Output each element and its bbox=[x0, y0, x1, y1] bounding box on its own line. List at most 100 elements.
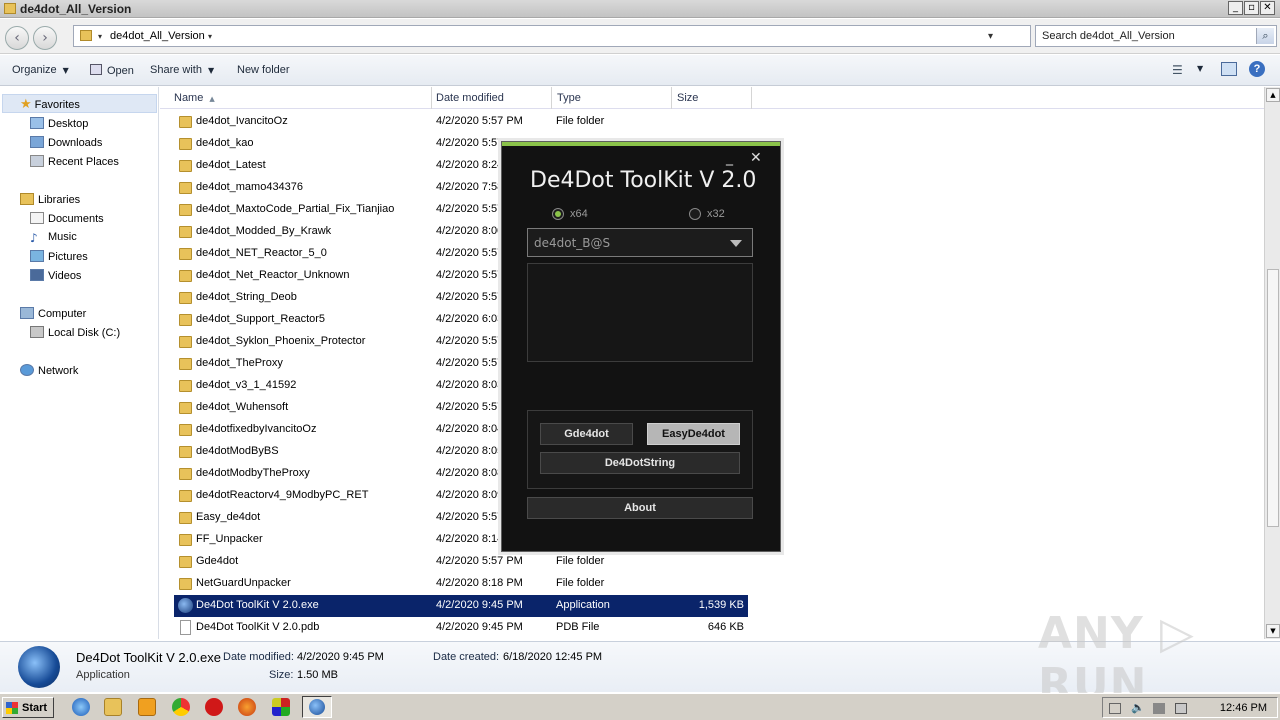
nav-recent-places[interactable]: Recent Places bbox=[30, 155, 119, 168]
file-date-modified: 4/2/2020 5:57 bbox=[436, 511, 504, 523]
open-button[interactable]: Open bbox=[90, 64, 134, 77]
accent-bar bbox=[502, 142, 780, 146]
media-player-icon[interactable] bbox=[138, 698, 156, 716]
search-icon[interactable]: ⌕ bbox=[1256, 28, 1274, 44]
search-input[interactable]: Search de4dot_All_Version ⌕ bbox=[1035, 25, 1277, 47]
radio-x64[interactable] bbox=[552, 208, 564, 220]
view-options-dropdown[interactable]: ▼ bbox=[1197, 64, 1203, 73]
view-options-icon[interactable]: ☰ bbox=[1172, 63, 1183, 77]
breadcrumb-arrow-icon[interactable]: ▾ bbox=[98, 32, 102, 41]
column-header-size[interactable]: Size bbox=[672, 87, 752, 109]
chevron-down-icon: ▼ bbox=[207, 66, 215, 75]
about-button[interactable]: About bbox=[527, 497, 753, 519]
radio-x64-label[interactable]: x64 bbox=[570, 208, 588, 220]
radio-x32-label[interactable]: x32 bbox=[707, 208, 725, 220]
opera-icon[interactable] bbox=[205, 698, 223, 716]
minimize-window-button[interactable]: _ bbox=[1228, 1, 1243, 15]
volume-icon[interactable]: 🔈 bbox=[1131, 701, 1145, 714]
address-history-dropdown[interactable]: ▾ bbox=[988, 31, 993, 42]
details-size: 1.50 MB bbox=[297, 669, 338, 681]
toolkit-close-button[interactable]: ✕ bbox=[750, 150, 762, 166]
new-folder-button[interactable]: New folder bbox=[237, 64, 290, 76]
file-date-modified: 4/2/2020 9:45 PM bbox=[436, 621, 523, 633]
file-row[interactable]: NetGuardUnpacker 4/2/2020 8:18 PM File fol… bbox=[174, 573, 748, 595]
share-with-button[interactable]: Share with ▼ bbox=[150, 64, 214, 76]
libraries-icon bbox=[20, 193, 34, 205]
nav-videos[interactable]: Videos bbox=[30, 269, 81, 282]
de4dot-version-combobox[interactable]: de4dot_B@S bbox=[527, 228, 753, 257]
folder-icon bbox=[179, 204, 192, 216]
navigation-pane: ★ Favorites Desktop Downloads Recent Plac… bbox=[0, 87, 159, 639]
file-size: 646 KB bbox=[707, 621, 744, 633]
file-name: de4dot_Support_Reactor5 bbox=[196, 313, 326, 325]
file-row[interactable]: Gde4dot 4/2/2020 5:57 PM File folder bbox=[174, 551, 748, 573]
explorer-folder-icon[interactable] bbox=[104, 698, 122, 716]
file-row[interactable]: De4Dot ToolKit V 2.0.pdb 4/2/2020 9:45 PM… bbox=[174, 617, 748, 639]
file-type: File folder bbox=[556, 577, 605, 589]
breadcrumb[interactable]: de4dot_All_Version bbox=[110, 30, 205, 42]
toolkit-minimize-button[interactable]: _ bbox=[726, 150, 733, 166]
flag-icon[interactable] bbox=[1175, 703, 1187, 714]
internet-explorer-icon[interactable] bbox=[72, 698, 90, 716]
start-label: Start bbox=[22, 702, 48, 714]
clock[interactable]: 12:46 PM bbox=[1220, 702, 1267, 714]
file-date-modified: 4/2/2020 8:03 bbox=[436, 379, 504, 391]
nav-local-disk[interactable]: Local Disk (C:) bbox=[30, 326, 120, 339]
details-date-created-label: Date created: bbox=[433, 651, 500, 663]
column-header-date-modified[interactable]: Date modified bbox=[432, 87, 552, 109]
vertical-scrollbar[interactable]: ▲ ▼ bbox=[1264, 87, 1280, 639]
network-icon bbox=[20, 364, 34, 376]
column-header-type[interactable]: Type bbox=[552, 87, 672, 109]
computer-icon bbox=[20, 307, 34, 319]
radio-x32[interactable] bbox=[689, 208, 701, 220]
taskbar-item-toolkit[interactable] bbox=[302, 696, 332, 718]
de4dotstring-button[interactable]: De4DotString bbox=[540, 452, 740, 474]
window-title: de4dot_All_Version bbox=[20, 2, 132, 16]
forward-button[interactable]: › bbox=[33, 26, 57, 50]
file-name: de4dot_mamo434376 bbox=[196, 181, 304, 193]
folder-icon bbox=[179, 490, 192, 502]
nav-downloads[interactable]: Downloads bbox=[30, 136, 102, 149]
nav-music[interactable]: ♪ Music bbox=[30, 231, 77, 245]
nav-pictures[interactable]: Pictures bbox=[30, 250, 88, 263]
nav-desktop-label: Desktop bbox=[48, 118, 89, 130]
output-listbox[interactable] bbox=[527, 263, 753, 362]
nav-computer[interactable]: Computer bbox=[20, 307, 86, 320]
file-row[interactable]: De4Dot ToolKit V 2.0.exe 4/2/2020 9:45 PM… bbox=[174, 595, 748, 617]
column-header-row: Name ▲ Date modified Type Size bbox=[160, 87, 1264, 109]
action-center-icon[interactable] bbox=[1109, 703, 1121, 714]
file-name: de4dot_TheProxy bbox=[196, 357, 283, 369]
scroll-up-arrow-icon[interactable]: ▲ bbox=[1266, 88, 1280, 102]
nav-network[interactable]: Network bbox=[20, 364, 78, 377]
preview-pane-icon[interactable] bbox=[1221, 62, 1237, 76]
start-button[interactable]: Start bbox=[2, 697, 54, 718]
close-window-button[interactable]: ✕ bbox=[1260, 1, 1275, 15]
videos-icon bbox=[30, 269, 44, 281]
winrar-icon[interactable] bbox=[272, 698, 290, 716]
nav-favorites[interactable]: ★ Favorites bbox=[20, 97, 80, 112]
organize-button[interactable]: Organize ▼ bbox=[12, 64, 69, 76]
nav-desktop[interactable]: Desktop bbox=[30, 117, 88, 130]
folder-icon bbox=[179, 336, 192, 348]
address-bar[interactable]: ▾ de4dot_All_Version ▾ ▾ ⟳ bbox=[73, 25, 1102, 47]
nav-libraries[interactable]: Libraries bbox=[20, 193, 80, 206]
back-button[interactable]: ‹ bbox=[5, 26, 29, 50]
nav-documents[interactable]: Documents bbox=[30, 212, 104, 225]
details-file-type: Application bbox=[76, 669, 130, 681]
chevron-down-icon[interactable] bbox=[730, 240, 742, 247]
help-icon[interactable]: ? bbox=[1249, 61, 1265, 77]
chrome-icon[interactable] bbox=[172, 698, 190, 716]
firefox-icon[interactable] bbox=[238, 698, 256, 716]
gde4dot-button[interactable]: Gde4dot bbox=[540, 423, 633, 445]
nav-videos-label: Videos bbox=[48, 270, 82, 282]
network-tray-icon[interactable] bbox=[1153, 703, 1165, 714]
column-header-name[interactable]: Name ▲ bbox=[160, 87, 432, 109]
file-type: Application bbox=[556, 599, 610, 611]
scrollbar-thumb[interactable] bbox=[1267, 269, 1279, 527]
maximize-window-button[interactable]: ▫ bbox=[1244, 1, 1259, 15]
chevron-down-icon[interactable]: ▾ bbox=[208, 32, 212, 41]
file-row[interactable]: de4dot_IvancitoOz 4/2/2020 5:57 PM File fo… bbox=[174, 111, 748, 133]
nav-local-disk-label: Local Disk (C:) bbox=[48, 327, 121, 339]
easyde4dot-button[interactable]: EasyDe4dot bbox=[647, 423, 740, 445]
folder-icon bbox=[179, 314, 192, 326]
